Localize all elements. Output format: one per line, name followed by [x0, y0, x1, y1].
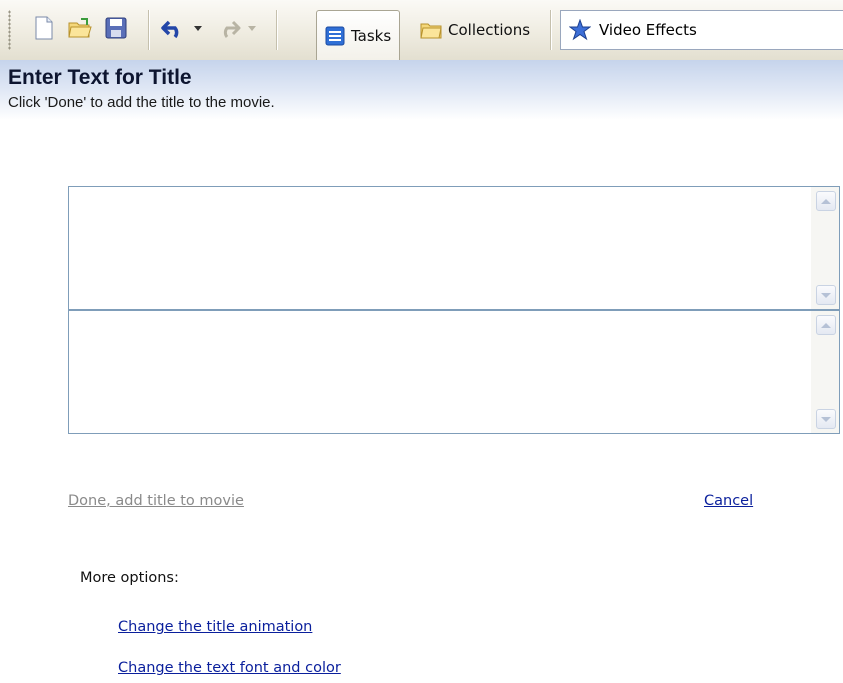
redo-dropdown-arrow[interactable] — [248, 26, 256, 31]
tab-tasks[interactable]: Tasks — [316, 10, 401, 60]
toolbar-separator — [148, 10, 149, 50]
redo-arrow-icon — [215, 17, 241, 43]
toolbar: Tasks Collections Video Effects — [0, 0, 843, 61]
star-icon — [569, 19, 591, 41]
change-title-animation-link[interactable]: Change the title animation — [118, 619, 312, 635]
save-disk-icon — [105, 17, 127, 43]
new-document-icon — [34, 16, 54, 44]
scroll-down-button[interactable] — [816, 285, 836, 305]
cancel-link[interactable]: Cancel — [704, 493, 753, 509]
vertical-scrollbar[interactable] — [811, 187, 839, 309]
video-effects-label: Video Effects — [599, 21, 697, 39]
open-project-button[interactable] — [66, 12, 94, 48]
title-text-input[interactable] — [68, 186, 840, 310]
tab-collections[interactable]: Collections — [412, 10, 538, 50]
change-text-font-color-link[interactable]: Change the text font and color — [118, 660, 341, 676]
arrow-up-icon — [821, 198, 831, 204]
scroll-down-button[interactable] — [816, 409, 836, 429]
scroll-up-button[interactable] — [816, 191, 836, 211]
undo-button[interactable] — [160, 12, 188, 48]
new-project-button[interactable] — [30, 12, 58, 48]
save-project-button[interactable] — [102, 12, 130, 48]
tasks-icon — [325, 26, 345, 46]
vertical-scrollbar[interactable] — [811, 311, 839, 433]
arrow-down-icon — [821, 292, 831, 298]
video-effects-dropdown[interactable]: Video Effects — [560, 10, 843, 50]
redo-button[interactable] — [214, 12, 242, 48]
page-title: Enter Text for Title — [8, 66, 192, 89]
subtitle-text-input[interactable] — [68, 310, 840, 434]
done-add-title-link[interactable]: Done, add title to movie — [68, 493, 244, 509]
toolbar-grip[interactable] — [8, 10, 11, 50]
tab-tasks-label: Tasks — [351, 26, 392, 45]
folder-icon — [420, 21, 442, 39]
scroll-up-button[interactable] — [816, 315, 836, 335]
more-options-heading: More options: — [80, 570, 179, 586]
undo-arrow-icon — [161, 17, 187, 43]
arrow-up-icon — [821, 322, 831, 328]
title-text-value — [69, 187, 839, 199]
toolbar-separator — [550, 10, 551, 50]
arrow-down-icon — [821, 416, 831, 422]
page-subtitle: Click 'Done' to add the title to the mov… — [8, 94, 275, 111]
tab-collections-label: Collections — [448, 21, 531, 39]
subtitle-text-value — [69, 311, 839, 323]
undo-dropdown-arrow[interactable] — [194, 26, 202, 31]
toolbar-separator — [276, 10, 277, 50]
open-folder-icon — [67, 16, 93, 44]
